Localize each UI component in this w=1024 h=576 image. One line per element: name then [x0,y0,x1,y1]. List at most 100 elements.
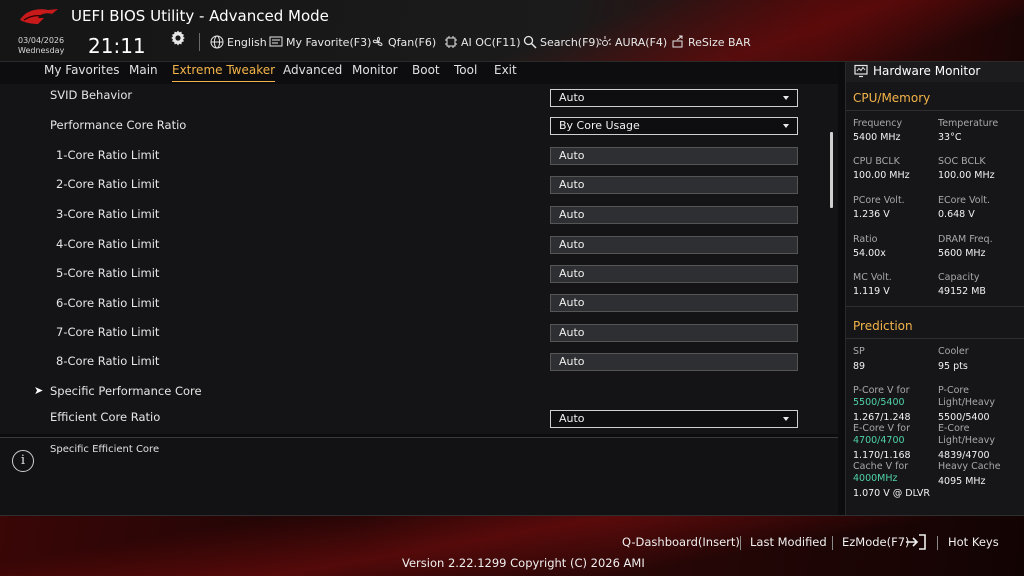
cache-v-label: Cache V for [853,461,909,472]
dropdown-value: Auto [559,91,585,104]
tab-tool[interactable]: Tool [454,62,477,82]
setting-label: Efficient Core Ratio [50,410,161,424]
setting-row-6-core-ratio-limit[interactable]: 6-Core Ratio Limit Auto [0,294,820,314]
setting-row-4-core-ratio-limit[interactable]: 4-Core Ratio Limit Auto [0,235,820,255]
help-panel: i Specific Efficient Core [0,437,838,515]
tab-exit[interactable]: Exit [494,62,517,82]
setting-label: Specific Performance Core [50,384,202,398]
5-core-ratio-limit-field[interactable]: Auto [550,265,798,283]
section-divider [846,306,1024,307]
setting-row-1-core-ratio-limit[interactable]: 1-Core Ratio Limit Auto [0,146,820,166]
setting-row-5-core-ratio-limit[interactable]: 5-Core Ratio Limit Auto [0,264,820,284]
pcore-lh-label-2: Light/Heavy [938,397,995,408]
language-label: English [227,35,267,49]
setting-label: 1-Core Ratio Limit [56,148,160,162]
setting-row-8-core-ratio-limit[interactable]: 8-Core Ratio Limit Auto [0,352,820,372]
resize-bar-label: ReSize BAR [688,35,751,49]
tab-my-favorites[interactable]: My Favorites [44,62,119,82]
tab-extreme-tweaker[interactable]: Extreme Tweaker [172,62,276,82]
3-core-ratio-limit-field[interactable]: Auto [550,206,798,224]
aura-button[interactable]: AURA(F4) [598,34,667,50]
prediction-section-title: Prediction [853,319,913,333]
4-core-ratio-limit-field[interactable]: Auto [550,236,798,254]
7-core-ratio-limit-field[interactable]: Auto [550,324,798,342]
ecore-v-label: E-Core V for [853,423,911,434]
globe-icon [210,35,224,49]
footer-divider [832,536,833,550]
info-icon: i [12,450,34,472]
ratio-label: Ratio [853,234,878,245]
efficient-core-ratio-dropdown[interactable]: Auto [550,410,798,428]
ecore-volt-value: 0.648 V [938,209,975,220]
sp-label: SP [853,346,865,357]
search-button[interactable]: Search(F9) [523,34,600,50]
section-divider [846,338,1024,339]
settings-scrollbar[interactable] [830,132,833,208]
clock-time[interactable]: 21:11 [88,34,146,58]
dropdown-value: Auto [559,412,585,425]
dram-freq-value: 5600 MHz [938,248,986,259]
setting-label: 6-Core Ratio Limit [56,296,160,310]
frequency-label: Frequency [853,118,903,129]
hardware-monitor-title: Hardware Monitor [873,64,981,78]
pcore-lh-label-1: P-Core [938,385,969,396]
setting-label: 7-Core Ratio Limit [56,325,160,339]
ai-oc-button[interactable]: AI OC(F11) [444,34,521,50]
gear-icon[interactable] [170,30,186,46]
last-modified-button[interactable]: Last Modified [750,535,827,549]
submenu-specific-performance-core[interactable]: ➤ Specific Performance Core [0,382,820,402]
setting-row-performance-core-ratio[interactable]: Performance Core Ratio By Core Usage [0,116,820,136]
q-dashboard-button[interactable]: Q-Dashboard(Insert) [622,535,740,549]
resize-bar-button[interactable]: ReSize BAR [671,34,751,50]
setting-label: Performance Core Ratio [50,118,187,132]
footer-divider [740,536,741,550]
rog-logo-icon [20,9,58,24]
soc-bclk-value: 100.00 MHz [938,170,995,181]
cache-v-freq: 4000MHz [853,473,898,484]
performance-core-ratio-dropdown[interactable]: By Core Usage [550,117,798,135]
setting-row-efficient-core-ratio[interactable]: Efficient Core Ratio Auto [0,408,820,428]
ezmode-button[interactable]: EzMode(F7) [842,535,910,549]
cpu-bclk-label: CPU BCLK [853,156,900,167]
setting-label: 4-Core Ratio Limit [56,237,160,251]
2-core-ratio-limit-field[interactable]: Auto [550,176,798,194]
setting-label: 2-Core Ratio Limit [56,177,160,191]
8-core-ratio-limit-field[interactable]: Auto [550,353,798,371]
tab-monitor[interactable]: Monitor [352,62,398,82]
mc-volt-value: 1.119 V [853,286,890,297]
setting-row-svid-behavior[interactable]: SVID Behavior Auto [0,86,820,107]
temperature-value: 33°C [938,132,962,143]
setting-row-2-core-ratio-limit[interactable]: 2-Core Ratio Limit Auto [0,175,820,195]
setting-row-7-core-ratio-limit[interactable]: 7-Core Ratio Limit Auto [0,323,820,343]
language-button[interactable]: English [210,34,267,50]
hot-keys-button[interactable]: Hot Keys [948,535,999,549]
pcore-volt-label: PCore Volt. [853,195,905,206]
date-text: 03/04/2026 [18,36,65,45]
window-title: UEFI BIOS Utility - Advanced Mode [71,7,329,25]
sp-value: 89 [853,361,866,372]
cooler-label: Cooler [938,346,969,357]
cpu-bclk-value: 100.00 MHz [853,170,910,181]
tab-advanced[interactable]: Advanced [283,62,342,82]
footer-bar: Q-Dashboard(Insert) Last Modified EzMode… [0,515,1024,576]
search-label: Search(F9) [540,35,600,49]
cpu-memory-section-title: CPU/Memory [853,91,931,105]
setting-row-3-core-ratio-limit[interactable]: 3-Core Ratio Limit Auto [0,205,820,225]
header-divider [199,33,200,51]
1-core-ratio-limit-field[interactable]: Auto [550,147,798,165]
6-core-ratio-limit-field[interactable]: Auto [550,294,798,312]
heavy-cache-value: 4095 MHz [938,476,986,487]
tab-main[interactable]: Main [129,62,158,82]
cooler-value: 95 pts [938,361,968,372]
svid-behavior-dropdown[interactable]: Auto [550,89,798,107]
version-text: Version 2.22.1299 Copyright (C) 2026 AMI [402,556,645,570]
qfan-button[interactable]: Qfan(F6) [371,34,436,50]
pcore-v-label: P-Core V for [853,385,910,396]
capacity-value: 49152 MB [938,286,986,297]
tab-boot[interactable]: Boot [412,62,440,82]
header-bar: UEFI BIOS Utility - Advanced Mode 03/04/… [0,0,1024,62]
resize-bar-icon [672,35,683,48]
exit-arrow-icon[interactable] [905,534,927,550]
my-favorite-button[interactable]: My Favorite(F3) [269,34,371,50]
search-icon [523,35,537,49]
